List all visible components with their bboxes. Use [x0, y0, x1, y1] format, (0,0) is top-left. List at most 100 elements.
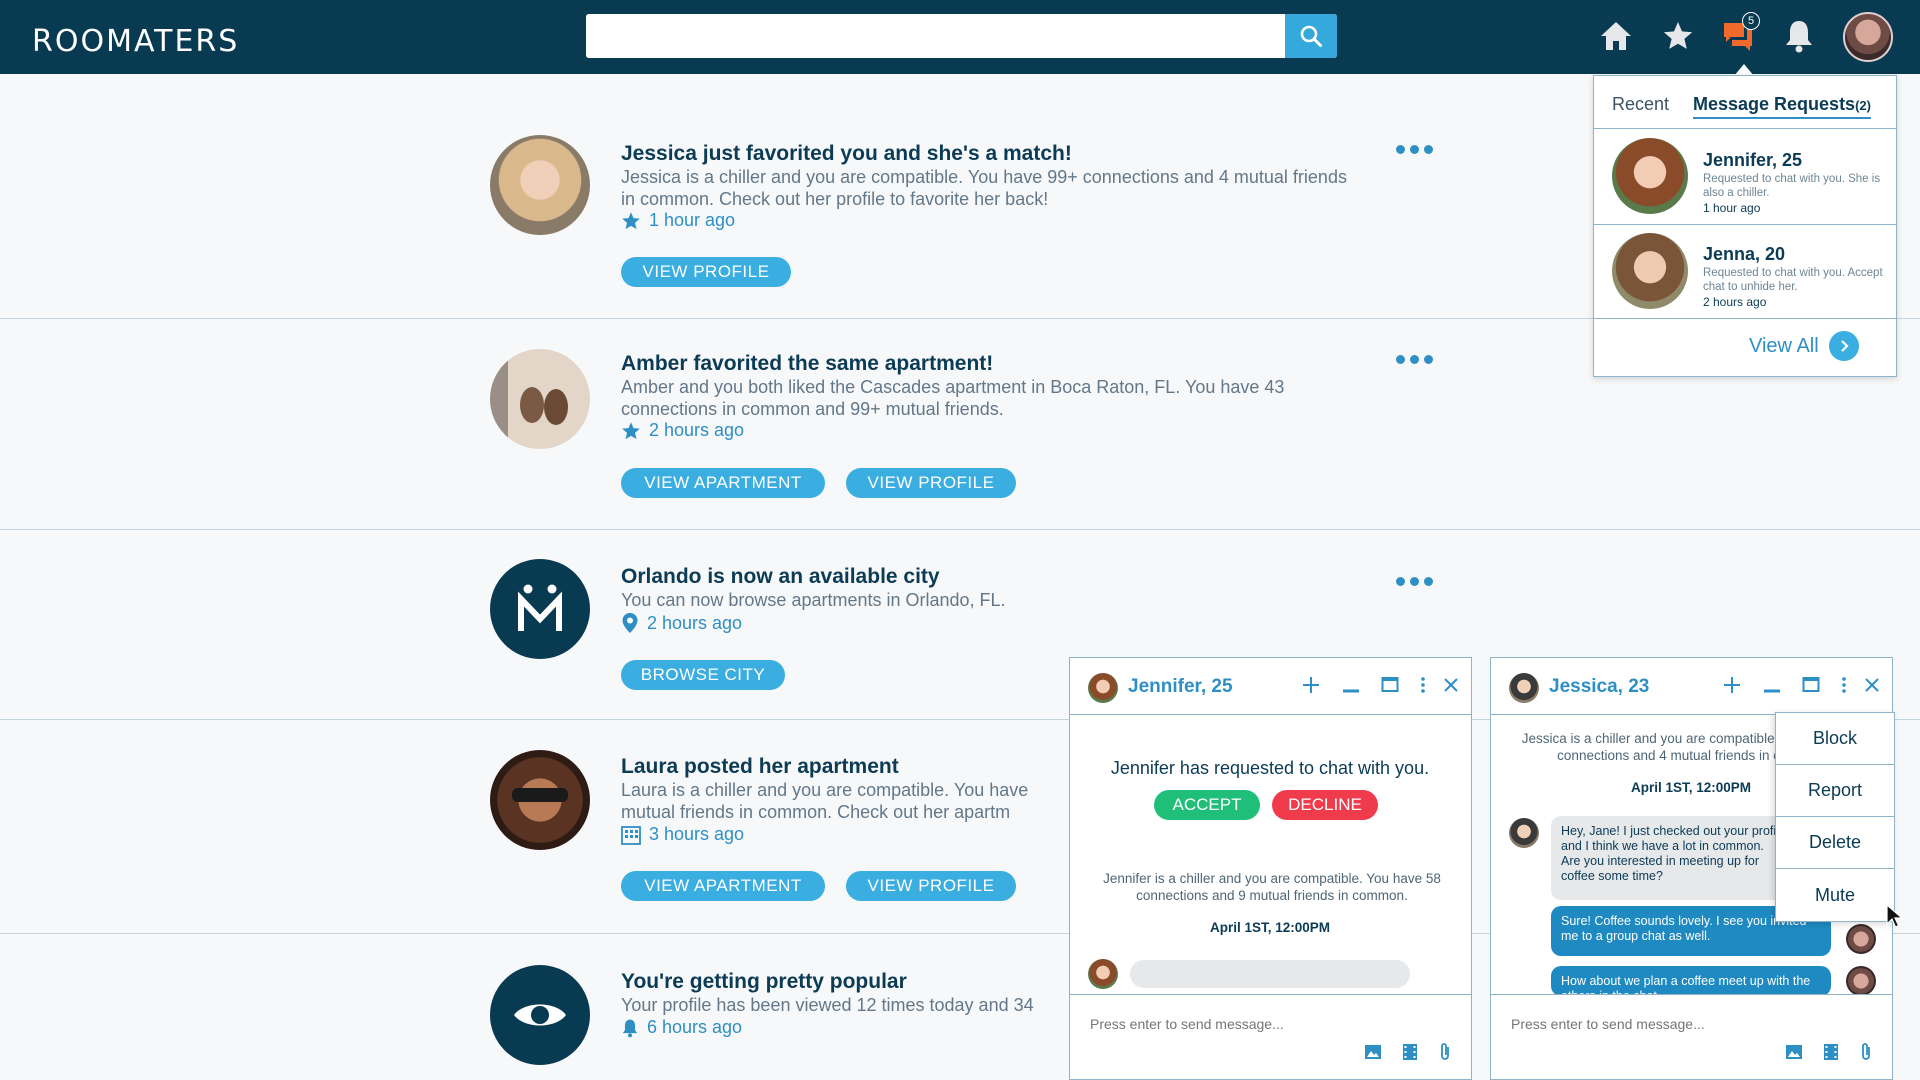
home-button[interactable] [1598, 18, 1634, 54]
search-button[interactable] [1285, 14, 1337, 58]
message-input[interactable] [1088, 1011, 1412, 1037]
dot-icon [1396, 354, 1405, 364]
tab-message-requests[interactable]: Message Requests(2) [1693, 94, 1871, 119]
chat-footer [1491, 994, 1892, 1079]
avatar[interactable] [490, 349, 590, 449]
kebab-icon [1421, 677, 1425, 693]
video-button[interactable] [1820, 1041, 1842, 1063]
avatar[interactable] [490, 135, 590, 235]
star-icon [622, 421, 640, 439]
browse-city-button[interactable]: BROWSE CITY [621, 660, 785, 690]
view-apartment-button[interactable]: VIEW APARTMENT [621, 468, 825, 498]
maximize-icon [1802, 677, 1820, 692]
request-time: 1 hour ago [1703, 201, 1761, 215]
feed-timestamp: 3 hours ago [621, 824, 744, 845]
favorites-button[interactable] [1660, 18, 1696, 54]
timestamp-text: 3 hours ago [649, 824, 745, 844]
chat-date: April 1ST, 12:00PM [1209, 920, 1331, 935]
messages-badge: 5 [1742, 12, 1760, 30]
message-requests-dropdown: Recent Message Requests(2) Jennifer, 25 … [1593, 75, 1897, 377]
maximize-button[interactable] [1798, 672, 1824, 698]
request-name: Jenna, 20 [1703, 244, 1786, 264]
view-apartment-button[interactable]: VIEW APARTMENT [621, 871, 825, 901]
feed-body: Jessica is a chiller and you are compati… [621, 167, 1347, 209]
notifications-button[interactable] [1781, 18, 1817, 54]
decline-button[interactable]: DECLINE [1272, 790, 1378, 820]
city-logo-avatar [490, 559, 590, 659]
chat-contact-name[interactable]: Jennifer, 25 [1128, 676, 1233, 698]
feed-title: Laura posted her apartment [621, 755, 899, 778]
messages-button[interactable]: 5 [1720, 12, 1760, 54]
chat-menu-button[interactable] [1831, 672, 1857, 698]
request-name: Jennifer, 25 [1703, 150, 1803, 170]
film-icon [1403, 1044, 1417, 1060]
search-input[interactable] [586, 14, 1276, 58]
dot-icon [1410, 354, 1419, 364]
dot-icon [1410, 576, 1419, 586]
chat-window-jennifer: Jennifer, 25 Jennifer has requested to c… [1069, 657, 1472, 1080]
paperclip-icon [1441, 1043, 1449, 1060]
request-item[interactable]: Jenna, 20 Requested to chat with you. Ac… [1594, 224, 1896, 319]
plus-icon [1724, 677, 1740, 693]
feed-body: You can now browse apartments in Orlando… [621, 590, 1006, 610]
paperclip-icon [1862, 1043, 1870, 1060]
view-profile-button[interactable]: VIEW PROFILE [846, 871, 1016, 901]
message-input[interactable] [1509, 1011, 1833, 1037]
feed-title: Orlando is now an available city [621, 565, 940, 588]
tab-recent[interactable]: Recent [1612, 94, 1669, 115]
avatar-figure [544, 389, 568, 425]
avatar [1846, 924, 1876, 954]
more-options-button[interactable] [1396, 142, 1436, 156]
home-icon [1601, 22, 1631, 50]
minimize-button[interactable] [1338, 672, 1364, 698]
minimize-icon [1764, 689, 1780, 693]
top-navigation-bar: ROOMATERS 5 [0, 0, 1920, 74]
add-button[interactable] [1719, 672, 1745, 698]
sunglasses [512, 788, 568, 802]
search-bar [586, 14, 1337, 58]
close-button[interactable] [1438, 672, 1464, 698]
more-options-button[interactable] [1396, 352, 1436, 366]
image-icon [1365, 1045, 1381, 1059]
film-icon [1824, 1044, 1838, 1060]
chat-header: Jessica, 23 [1491, 658, 1892, 715]
feed-timestamp: 6 hours ago [621, 1017, 742, 1038]
avatar[interactable] [490, 750, 590, 850]
message-sent: How about we plan a coffee meet up with … [1551, 966, 1831, 996]
roomaters-logo-icon [518, 584, 562, 631]
request-time: 2 hours ago [1703, 295, 1767, 309]
menu-item-report[interactable]: Report [1776, 765, 1894, 817]
attach-button[interactable] [1855, 1041, 1877, 1063]
star-icon [1663, 22, 1693, 49]
chat-menu-button[interactable] [1410, 672, 1436, 698]
kebab-icon [1842, 677, 1846, 693]
view-all-link[interactable]: View All [1749, 331, 1859, 361]
video-button[interactable] [1399, 1041, 1421, 1063]
accept-button[interactable]: ACCEPT [1154, 790, 1260, 820]
plus-icon [1303, 677, 1319, 693]
chevron-right-icon [1828, 331, 1859, 361]
chat-contact-name[interactable]: Jessica, 23 [1549, 676, 1649, 698]
add-button[interactable] [1298, 672, 1324, 698]
timestamp-text: 1 hour ago [649, 210, 736, 230]
view-profile-button[interactable]: VIEW PROFILE [846, 468, 1016, 498]
tab-label: Message Requests [1693, 94, 1856, 114]
view-profile-button[interactable]: VIEW PROFILE [621, 257, 791, 287]
image-button[interactable] [1783, 1041, 1805, 1063]
avatar-figure [520, 387, 544, 423]
menu-item-block[interactable]: Block [1776, 713, 1894, 765]
maximize-button[interactable] [1377, 672, 1403, 698]
dot-icon [1410, 144, 1419, 154]
menu-item-mute[interactable]: Mute [1776, 869, 1894, 921]
bell-icon [622, 1019, 638, 1037]
menu-item-delete[interactable]: Delete [1776, 817, 1894, 869]
image-button[interactable] [1362, 1041, 1384, 1063]
more-options-button[interactable] [1396, 574, 1436, 588]
app-logo[interactable]: ROOMATERS [32, 24, 239, 59]
attach-button[interactable] [1434, 1041, 1456, 1063]
minimize-button[interactable] [1759, 672, 1785, 698]
request-item[interactable]: Jennifer, 25 Requested to chat with you.… [1594, 130, 1896, 225]
dot-icon [1424, 144, 1433, 154]
user-avatar[interactable] [1843, 12, 1893, 62]
close-button[interactable] [1859, 672, 1885, 698]
